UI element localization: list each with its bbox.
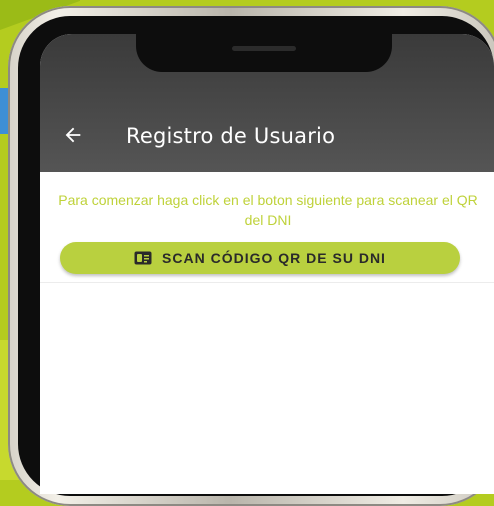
scan-qr-button[interactable]: SCAN CÓDIGO QR DE SU DNI	[60, 242, 460, 274]
main-content: Para comenzar haga click en el boton sig…	[40, 172, 494, 494]
scan-button-label: SCAN CÓDIGO QR DE SU DNI	[162, 250, 386, 266]
instructions-text: Para comenzar haga click en el boton sig…	[58, 192, 478, 228]
arrow-left-icon	[65, 127, 81, 143]
page-title: Registro de Usuario	[126, 124, 336, 148]
phone-notch	[136, 34, 392, 72]
id-card-icon	[134, 251, 152, 265]
divider	[40, 282, 494, 283]
phone-screen: Registro de Usuario Para comenzar haga c…	[40, 34, 494, 494]
app-bar: Registro de Usuario	[40, 34, 494, 172]
speaker-grille	[232, 46, 296, 51]
back-button[interactable]	[58, 120, 88, 150]
